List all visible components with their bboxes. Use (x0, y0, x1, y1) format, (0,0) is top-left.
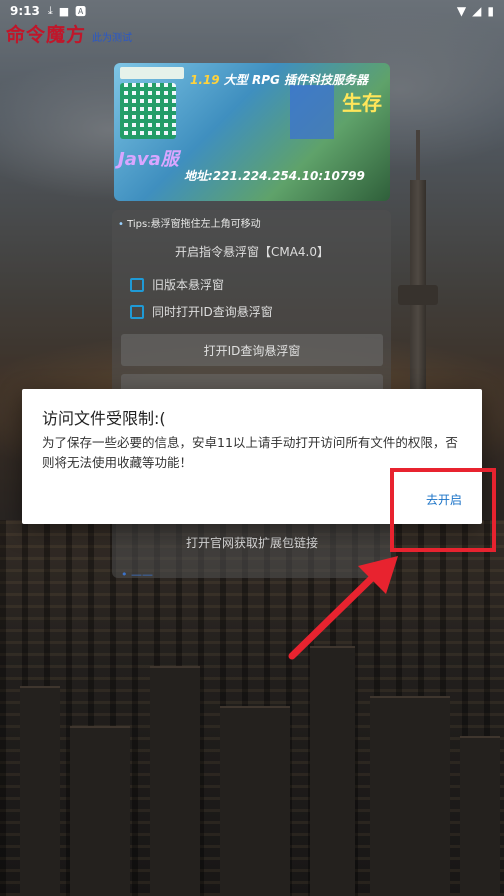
text-a-icon: 🅰 (75, 5, 87, 18)
banner-headline: 1.19 大型 RPG 插件科技服务器 (190, 73, 369, 87)
highlight-box (390, 468, 496, 552)
server-banner[interactable]: 1.19 大型 RPG 插件科技服务器 生存 Java服 地址:221.224.… (114, 63, 390, 201)
qr-header (120, 67, 184, 79)
app-title: 命令魔方 (6, 24, 87, 46)
banner-edition: Java服 (118, 149, 179, 170)
open-id-float-button[interactable]: 打开ID查询悬浮窗 (121, 334, 383, 366)
battery-icon: ▮ (487, 4, 494, 18)
qr-code (120, 83, 176, 139)
app-header: 命令魔方 此为测试 (6, 20, 132, 47)
signal-icon: ◢ (472, 4, 482, 18)
blank-square-icon: ■ (58, 4, 70, 18)
more-link[interactable]: • —— (121, 568, 153, 581)
banner-decoration (290, 85, 334, 139)
checkbox-label: 同时打开ID查询悬浮窗 (152, 305, 273, 319)
checkbox-box[interactable] (130, 277, 144, 292)
old-float-checkbox[interactable]: 旧版本悬浮窗 (130, 276, 224, 293)
dialog-title: 访问文件受限制:( (42, 409, 166, 428)
app-subtitle: 此为测试 (92, 33, 133, 44)
tip-text: • Tips:悬浮窗拖住左上角可移动 (118, 219, 261, 230)
checkbox-label: 旧版本悬浮窗 (152, 278, 225, 292)
dialog-message: 为了保存一些必要的信息，安卓11以上请手动打开访问所有文件的权限，否则将无法使用… (42, 435, 458, 470)
status-time: 9:13 (10, 4, 40, 18)
banner-address: 地址:221.224.254.10:10799 (184, 169, 365, 183)
wifi-icon: ▼ (456, 4, 467, 18)
red-arrow-icon (288, 556, 398, 660)
id-float-checkbox[interactable]: 同时打开ID查询悬浮窗 (130, 303, 273, 320)
status-bar: 9:13 ⤓ ■ 🅰 ▼ ◢ ▮ (0, 0, 504, 22)
checkbox-box[interactable] (130, 304, 144, 319)
open-cmd-float-button[interactable]: 开启指令悬浮窗【CMA4.0】 (121, 237, 383, 265)
download-icon: ⤓ (47, 4, 53, 17)
banner-mode: 生存 (342, 91, 382, 115)
